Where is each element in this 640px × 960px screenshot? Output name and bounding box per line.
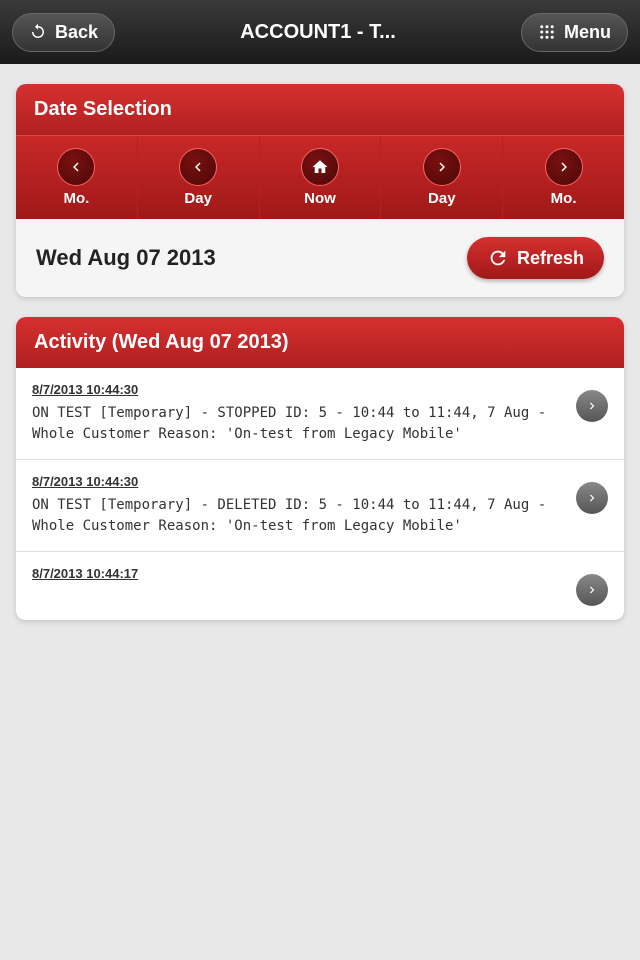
activity-card: Activity (Wed Aug 07 2013) 8/7/2013 10:4… — [16, 317, 624, 620]
activity-content-2: 8/7/2013 10:44:30 ON TEST [Temporary] - … — [32, 474, 576, 537]
date-selection-card: Date Selection Mo. Day — [16, 84, 624, 297]
activity-detail-button-1[interactable] — [576, 390, 608, 422]
header-title: ACCOUNT1 - T... — [240, 21, 396, 44]
date-selection-title: Date Selection — [34, 98, 172, 120]
activity-content-1: 8/7/2013 10:44:30 ON TEST [Temporary] - … — [32, 382, 576, 445]
main-content: Date Selection Mo. Day — [0, 64, 640, 640]
activity-item: 8/7/2013 10:44:17 — [16, 552, 624, 620]
activity-header: Activity (Wed Aug 07 2013) — [16, 317, 624, 368]
menu-button[interactable]: Menu — [521, 13, 628, 52]
activity-time-3: 8/7/2013 10:44:17 — [32, 566, 566, 581]
activity-detail-button-3[interactable] — [576, 574, 608, 606]
activity-time-2: 8/7/2013 10:44:30 — [32, 474, 566, 489]
activity-detail-button-2[interactable] — [576, 482, 608, 514]
next-day-button[interactable]: Day — [381, 136, 503, 219]
prev-month-label: Mo. — [63, 190, 89, 207]
activity-text-1: ON TEST [Temporary] - STOPPED ID: 5 - 10… — [32, 405, 546, 442]
menu-label: Menu — [564, 22, 611, 43]
date-selection-header: Date Selection — [16, 84, 624, 135]
activity-item: 8/7/2013 10:44:30 ON TEST [Temporary] - … — [16, 460, 624, 552]
refresh-label: Refresh — [517, 248, 584, 269]
prev-month-button[interactable]: Mo. — [16, 136, 138, 219]
prev-day-button[interactable]: Day — [138, 136, 260, 219]
next-month-label: Mo. — [551, 190, 577, 207]
prev-day-label: Day — [184, 190, 212, 207]
date-display: Wed Aug 07 2013 Refresh — [16, 219, 624, 297]
header: Back ACCOUNT1 - T... Menu — [0, 0, 640, 64]
next-day-label: Day — [428, 190, 456, 207]
activity-text-2: ON TEST [Temporary] - DELETED ID: 5 - 10… — [32, 497, 546, 534]
activity-time-1: 8/7/2013 10:44:30 — [32, 382, 566, 397]
next-month-button[interactable]: Mo. — [503, 136, 624, 219]
back-button[interactable]: Back — [12, 13, 115, 52]
now-button[interactable]: Now — [260, 136, 382, 219]
back-label: Back — [55, 22, 98, 43]
refresh-button[interactable]: Refresh — [467, 237, 604, 279]
now-label: Now — [304, 190, 336, 207]
date-nav: Mo. Day Now Day — [16, 135, 624, 219]
activity-item: 8/7/2013 10:44:30 ON TEST [Temporary] - … — [16, 368, 624, 460]
current-date: Wed Aug 07 2013 — [36, 245, 216, 271]
activity-content-3: 8/7/2013 10:44:17 — [32, 566, 576, 587]
activity-title: Activity (Wed Aug 07 2013) — [34, 331, 289, 353]
